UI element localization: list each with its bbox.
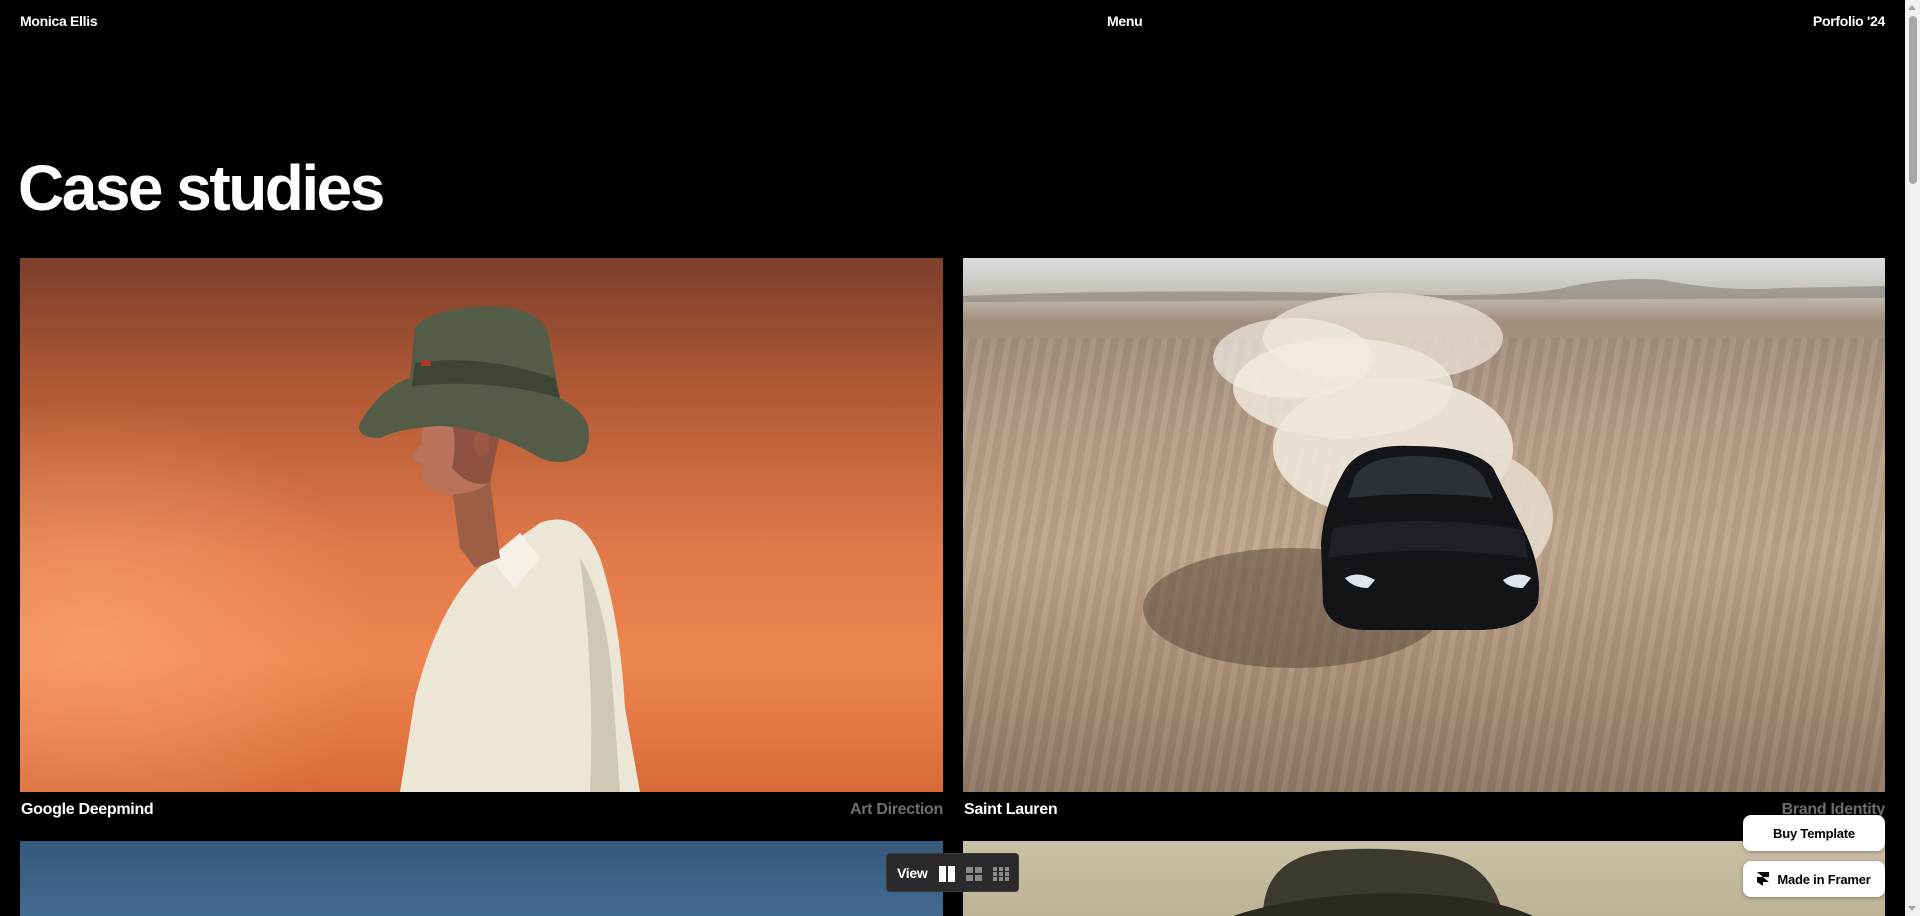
case-study-category: Art Direction — [850, 801, 943, 818]
person-bucket-hat-image — [359, 306, 640, 792]
grid-2x2-icon[interactable] — [965, 865, 983, 883]
grid-3x3-icon[interactable] — [992, 865, 1010, 883]
scroll-up-icon[interactable] — [1908, 5, 1916, 10]
framer-logo-icon — [1757, 872, 1770, 886]
case-study-title[interactable]: Saint Lauren — [964, 801, 1058, 819]
case-study-image — [963, 258, 1885, 792]
menu-button[interactable]: Menu — [1107, 13, 1143, 29]
scroll-down-icon[interactable] — [1908, 906, 1916, 911]
scrollbar-thumb[interactable] — [1909, 16, 1917, 184]
car-desert-image — [963, 279, 1885, 668]
buy-template-button[interactable]: Buy Template — [1743, 815, 1885, 851]
case-study-card-google-deepmind[interactable] — [20, 258, 943, 792]
view-label: View — [897, 865, 928, 881]
case-study-card-3[interactable] — [20, 841, 943, 916]
brand-name[interactable]: Monica Ellis — [20, 13, 98, 29]
case-study-title[interactable]: Google Deepmind — [21, 801, 154, 819]
case-study-image — [20, 841, 943, 916]
two-column-icon[interactable] — [938, 865, 956, 883]
top-navigation: Monica Ellis Menu Porfolio '24 — [0, 0, 1905, 44]
buy-template-label: Buy Template — [1773, 825, 1855, 841]
made-in-framer-label: Made in Framer — [1777, 871, 1871, 887]
view-toolbar: View — [886, 853, 1019, 892]
vertical-scrollbar[interactable] — [1905, 0, 1920, 916]
made-in-framer-button[interactable]: Made in Framer — [1743, 861, 1885, 897]
case-study-card-saint-lauren[interactable] — [963, 258, 1885, 792]
case-study-image — [20, 258, 943, 792]
page-title: Case studies — [18, 152, 385, 224]
portfolio-label[interactable]: Porfolio '24 — [1813, 13, 1885, 29]
